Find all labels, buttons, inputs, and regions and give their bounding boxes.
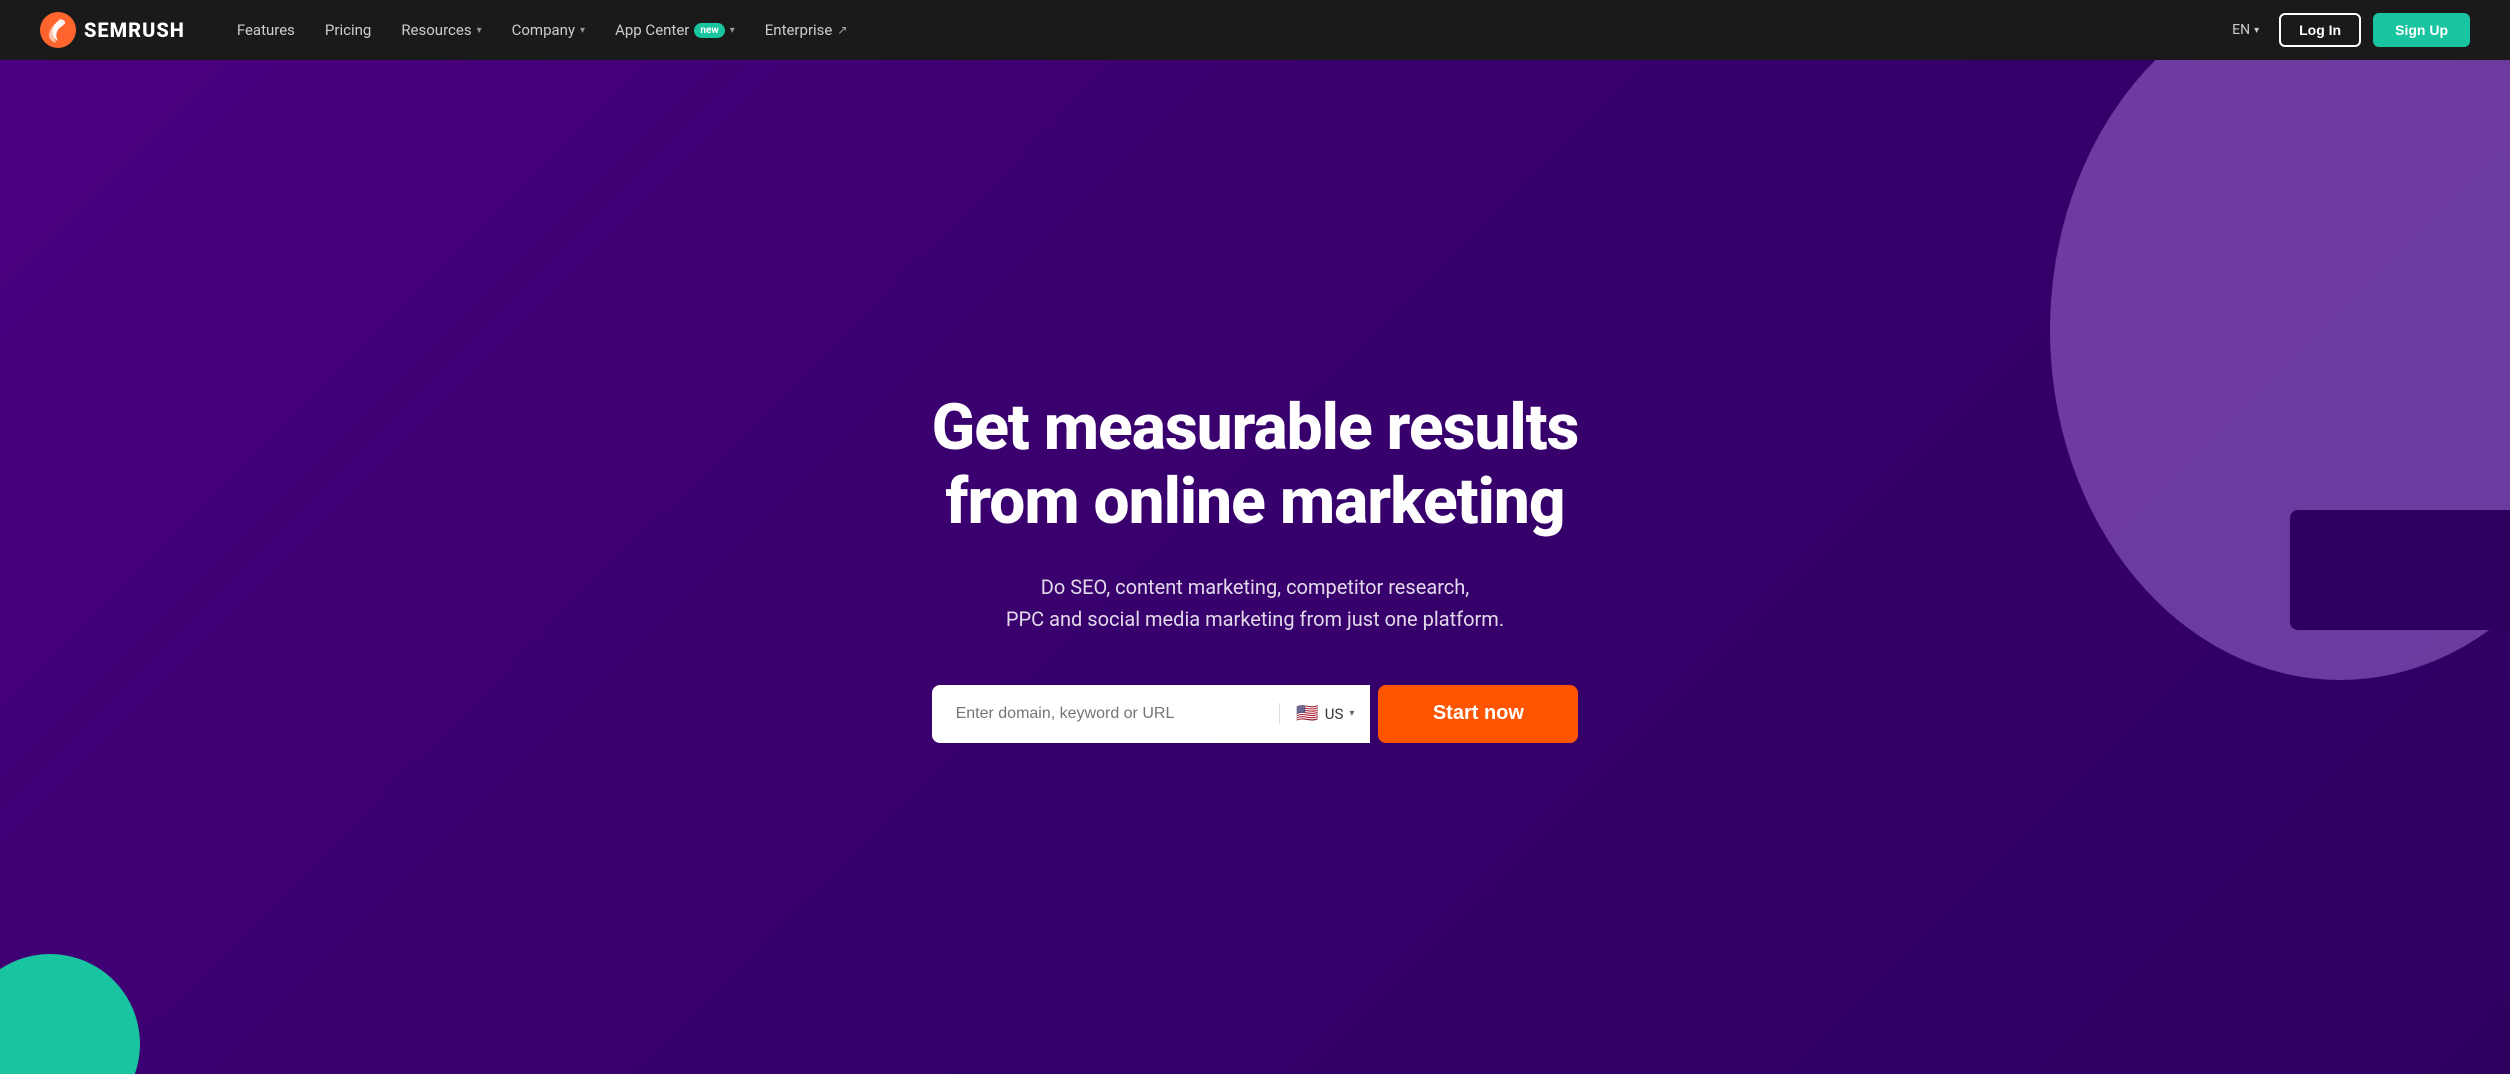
country-chevron-icon: ▾	[1349, 708, 1354, 719]
nav-item-enterprise[interactable]: Enterprise ↗	[753, 13, 860, 47]
us-flag-icon: 🇺🇸	[1296, 703, 1318, 724]
search-input[interactable]	[932, 685, 1280, 743]
signup-button[interactable]: Sign Up	[2373, 13, 2470, 47]
semrush-logo-icon	[40, 12, 76, 48]
nav-item-resources[interactable]: Resources ▾	[389, 13, 493, 47]
lang-chevron-icon: ▾	[2254, 25, 2259, 36]
nav-menu: Features Pricing Resources ▾ Company ▾ A…	[225, 13, 2224, 47]
language-selector[interactable]: EN ▾	[2224, 16, 2267, 44]
start-now-button[interactable]: Start now	[1378, 685, 1578, 743]
navbar: SEMRUSH Features Pricing Resources ▾ Com…	[0, 0, 2510, 60]
country-selector[interactable]: 🇺🇸 US ▾	[1279, 703, 1370, 724]
nav-item-pricing[interactable]: Pricing	[313, 13, 383, 47]
app-center-badge: new	[694, 23, 724, 38]
search-input-container: 🇺🇸 US ▾	[932, 685, 1371, 743]
nav-item-company[interactable]: Company ▾	[500, 13, 597, 47]
circle-notch-decoration	[2290, 510, 2510, 630]
resources-chevron-icon: ▾	[477, 25, 482, 36]
hero-heading: Get measurable results from online marke…	[932, 391, 1579, 538]
hero-content: Get measurable results from online marke…	[892, 391, 1619, 742]
navbar-right: EN ▾ Log In Sign Up	[2224, 13, 2470, 47]
hero-section: Get measurable results from online marke…	[0, 60, 2510, 1074]
company-chevron-icon: ▾	[580, 25, 585, 36]
green-arc-decoration	[0, 954, 140, 1074]
hero-subheading: Do SEO, content marketing, competitor re…	[932, 571, 1579, 635]
nav-item-app-center[interactable]: App Center new ▾	[603, 13, 747, 47]
nav-item-features[interactable]: Features	[225, 13, 307, 47]
logo[interactable]: SEMRUSH	[40, 12, 185, 48]
app-center-chevron-icon: ▾	[730, 25, 735, 36]
search-bar: 🇺🇸 US ▾ Start now	[932, 685, 1579, 743]
login-button[interactable]: Log In	[2279, 13, 2361, 47]
semrush-logo-text: SEMRUSH	[84, 18, 185, 42]
enterprise-external-icon: ↗	[837, 23, 847, 37]
